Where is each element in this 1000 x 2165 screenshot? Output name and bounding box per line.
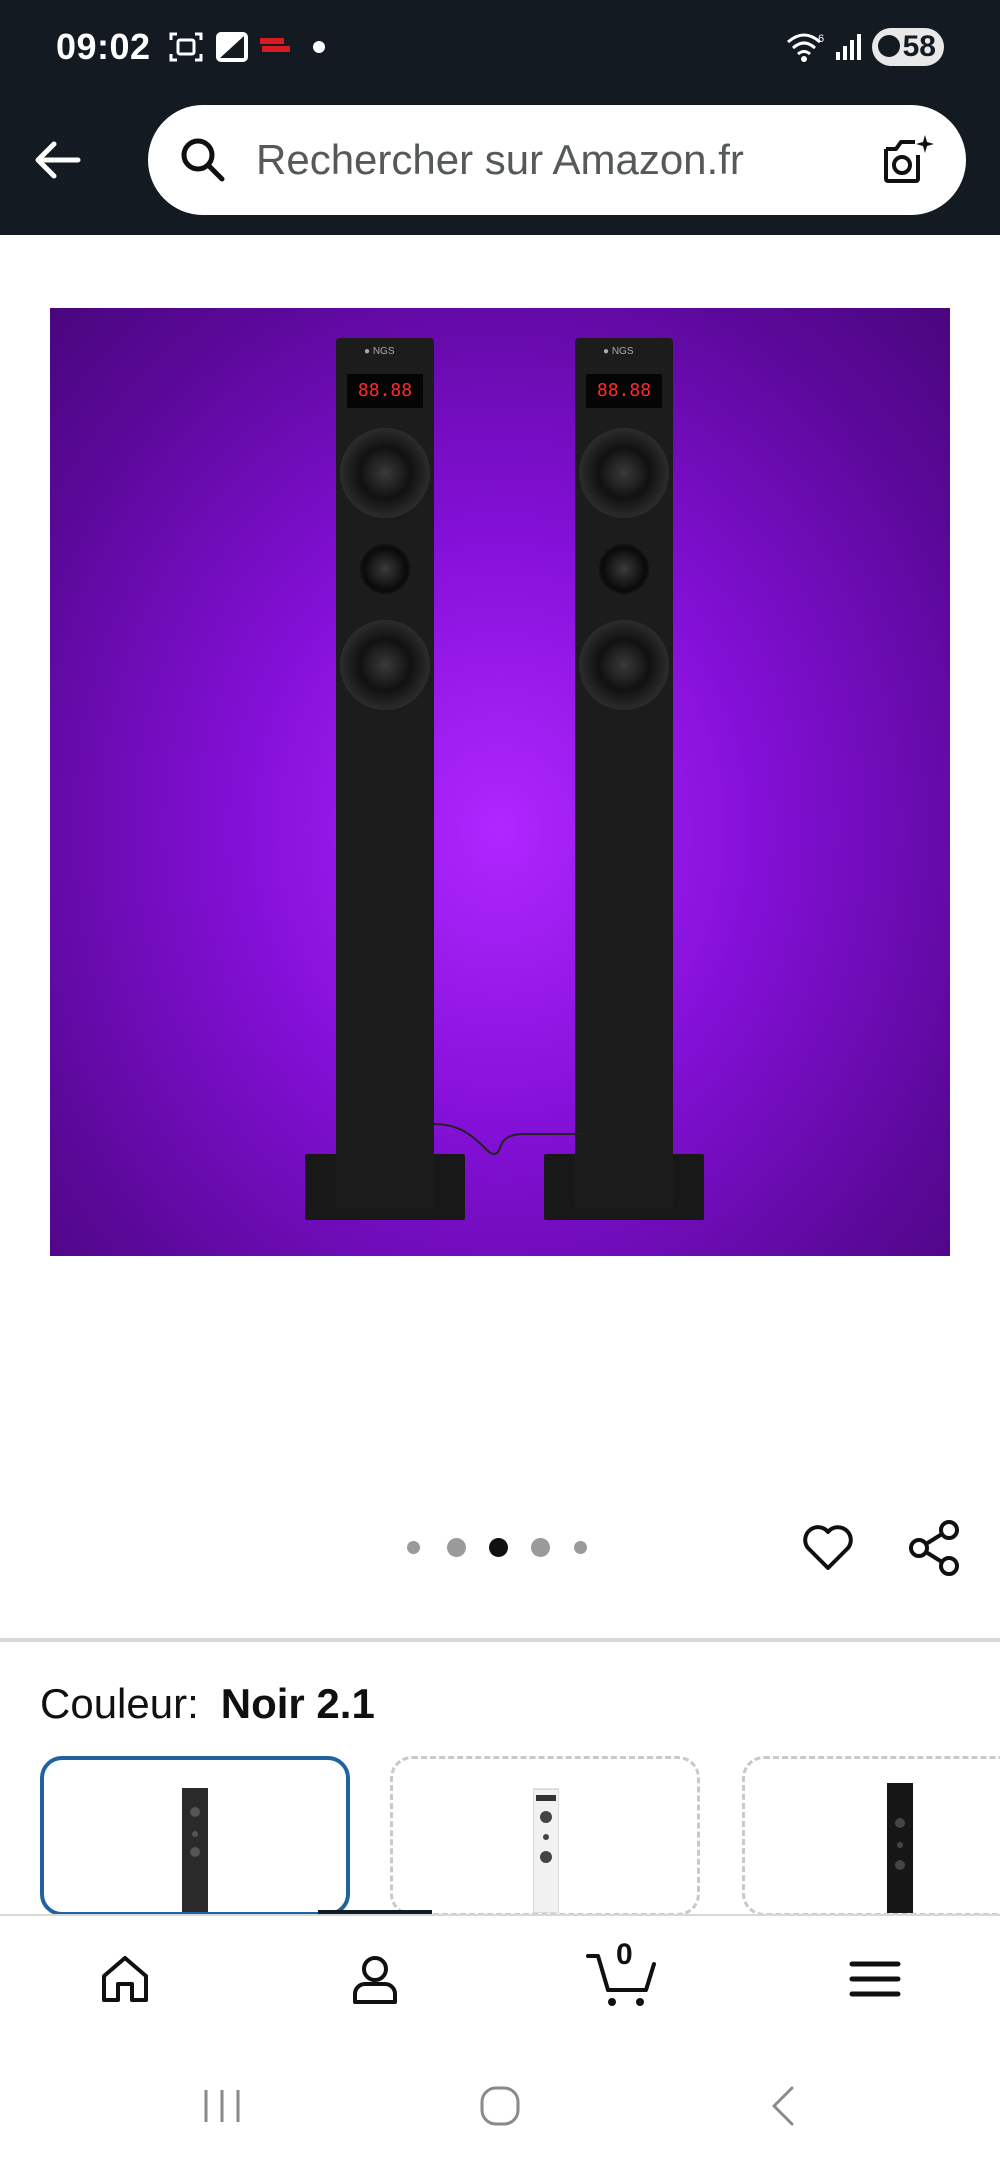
battery-indicator: 58 (872, 28, 944, 66)
product-image[interactable]: ● NGS 88.88 ● NGS 88.88 (50, 308, 950, 1256)
camera-search-icon[interactable] (878, 131, 936, 189)
speaker-tweeter (360, 544, 410, 594)
color-option[interactable] (390, 1756, 700, 1916)
carousel-dot[interactable] (574, 1541, 587, 1554)
back-chevron-icon[interactable] (762, 2084, 806, 2128)
status-bar: 09:02 6 58 (0, 0, 1000, 95)
battery-icon (878, 35, 900, 57)
carousel-dot[interactable] (407, 1541, 420, 1554)
wifi-icon: 6 (787, 33, 824, 62)
battery-level: 58 (902, 30, 936, 63)
hamburger-menu-icon[interactable] (848, 1952, 902, 2006)
cart-count: 0 (616, 1938, 633, 1971)
speaker-woofer (340, 428, 430, 518)
speaker-display: 88.88 (586, 374, 662, 408)
color-option-selected[interactable] (40, 1756, 350, 1916)
product-thumbnail-white (533, 1788, 559, 1913)
home-icon[interactable] (98, 1952, 152, 2006)
speaker-display: 88.88 (347, 374, 423, 408)
speaker-woofer (340, 620, 430, 710)
heart-icon[interactable] (800, 1520, 856, 1576)
speaker-tower-right: ● NGS 88.88 (575, 338, 673, 1208)
product-thumbnail-black (182, 1788, 208, 1912)
ngs-logo: ● NGS (603, 346, 634, 357)
svg-text:6: 6 (818, 33, 824, 45)
color-value: Noir 2.1 (220, 1680, 375, 1727)
cart-button[interactable]: 0 (586, 1938, 660, 2010)
speaker-cable (434, 1123, 584, 1156)
app-icon (216, 32, 248, 62)
carousel-dot-active[interactable] (489, 1538, 508, 1557)
top-bar (0, 95, 1000, 235)
search-icon (181, 138, 225, 182)
speaker-tweeter (599, 544, 649, 594)
ngs-logo: ● NGS (364, 346, 395, 357)
color-label: Couleur: (40, 1680, 199, 1727)
screenshot-icon (169, 32, 203, 62)
status-time: 09:02 (56, 26, 151, 67)
section-divider (0, 1638, 1000, 1642)
share-icon[interactable] (905, 1518, 963, 1578)
carousel-dot[interactable] (531, 1538, 550, 1557)
bottom-navigation: 0 (0, 1914, 1000, 2056)
user-icon[interactable] (348, 1952, 402, 2006)
system-navigation-bar (0, 2054, 1000, 2165)
signal-icon (836, 34, 861, 60)
carousel-dot[interactable] (447, 1538, 466, 1557)
speaker-tower-left: ● NGS 88.88 (336, 338, 434, 1208)
home-circle-icon[interactable] (478, 2084, 522, 2128)
arrow-left-icon[interactable] (28, 130, 88, 190)
color-option[interactable] (742, 1756, 1000, 1916)
speaker-woofer (579, 428, 669, 518)
speaker-woofer (579, 620, 669, 710)
product-thumbnail-black (887, 1783, 913, 1913)
color-selector-label: Couleur: Noir 2.1 (40, 1680, 375, 1728)
dot-icon (313, 41, 325, 53)
search-input[interactable] (254, 129, 838, 191)
notification-app-icon (260, 38, 290, 52)
recent-apps-icon[interactable] (200, 2084, 244, 2128)
search-bar[interactable] (148, 105, 966, 215)
